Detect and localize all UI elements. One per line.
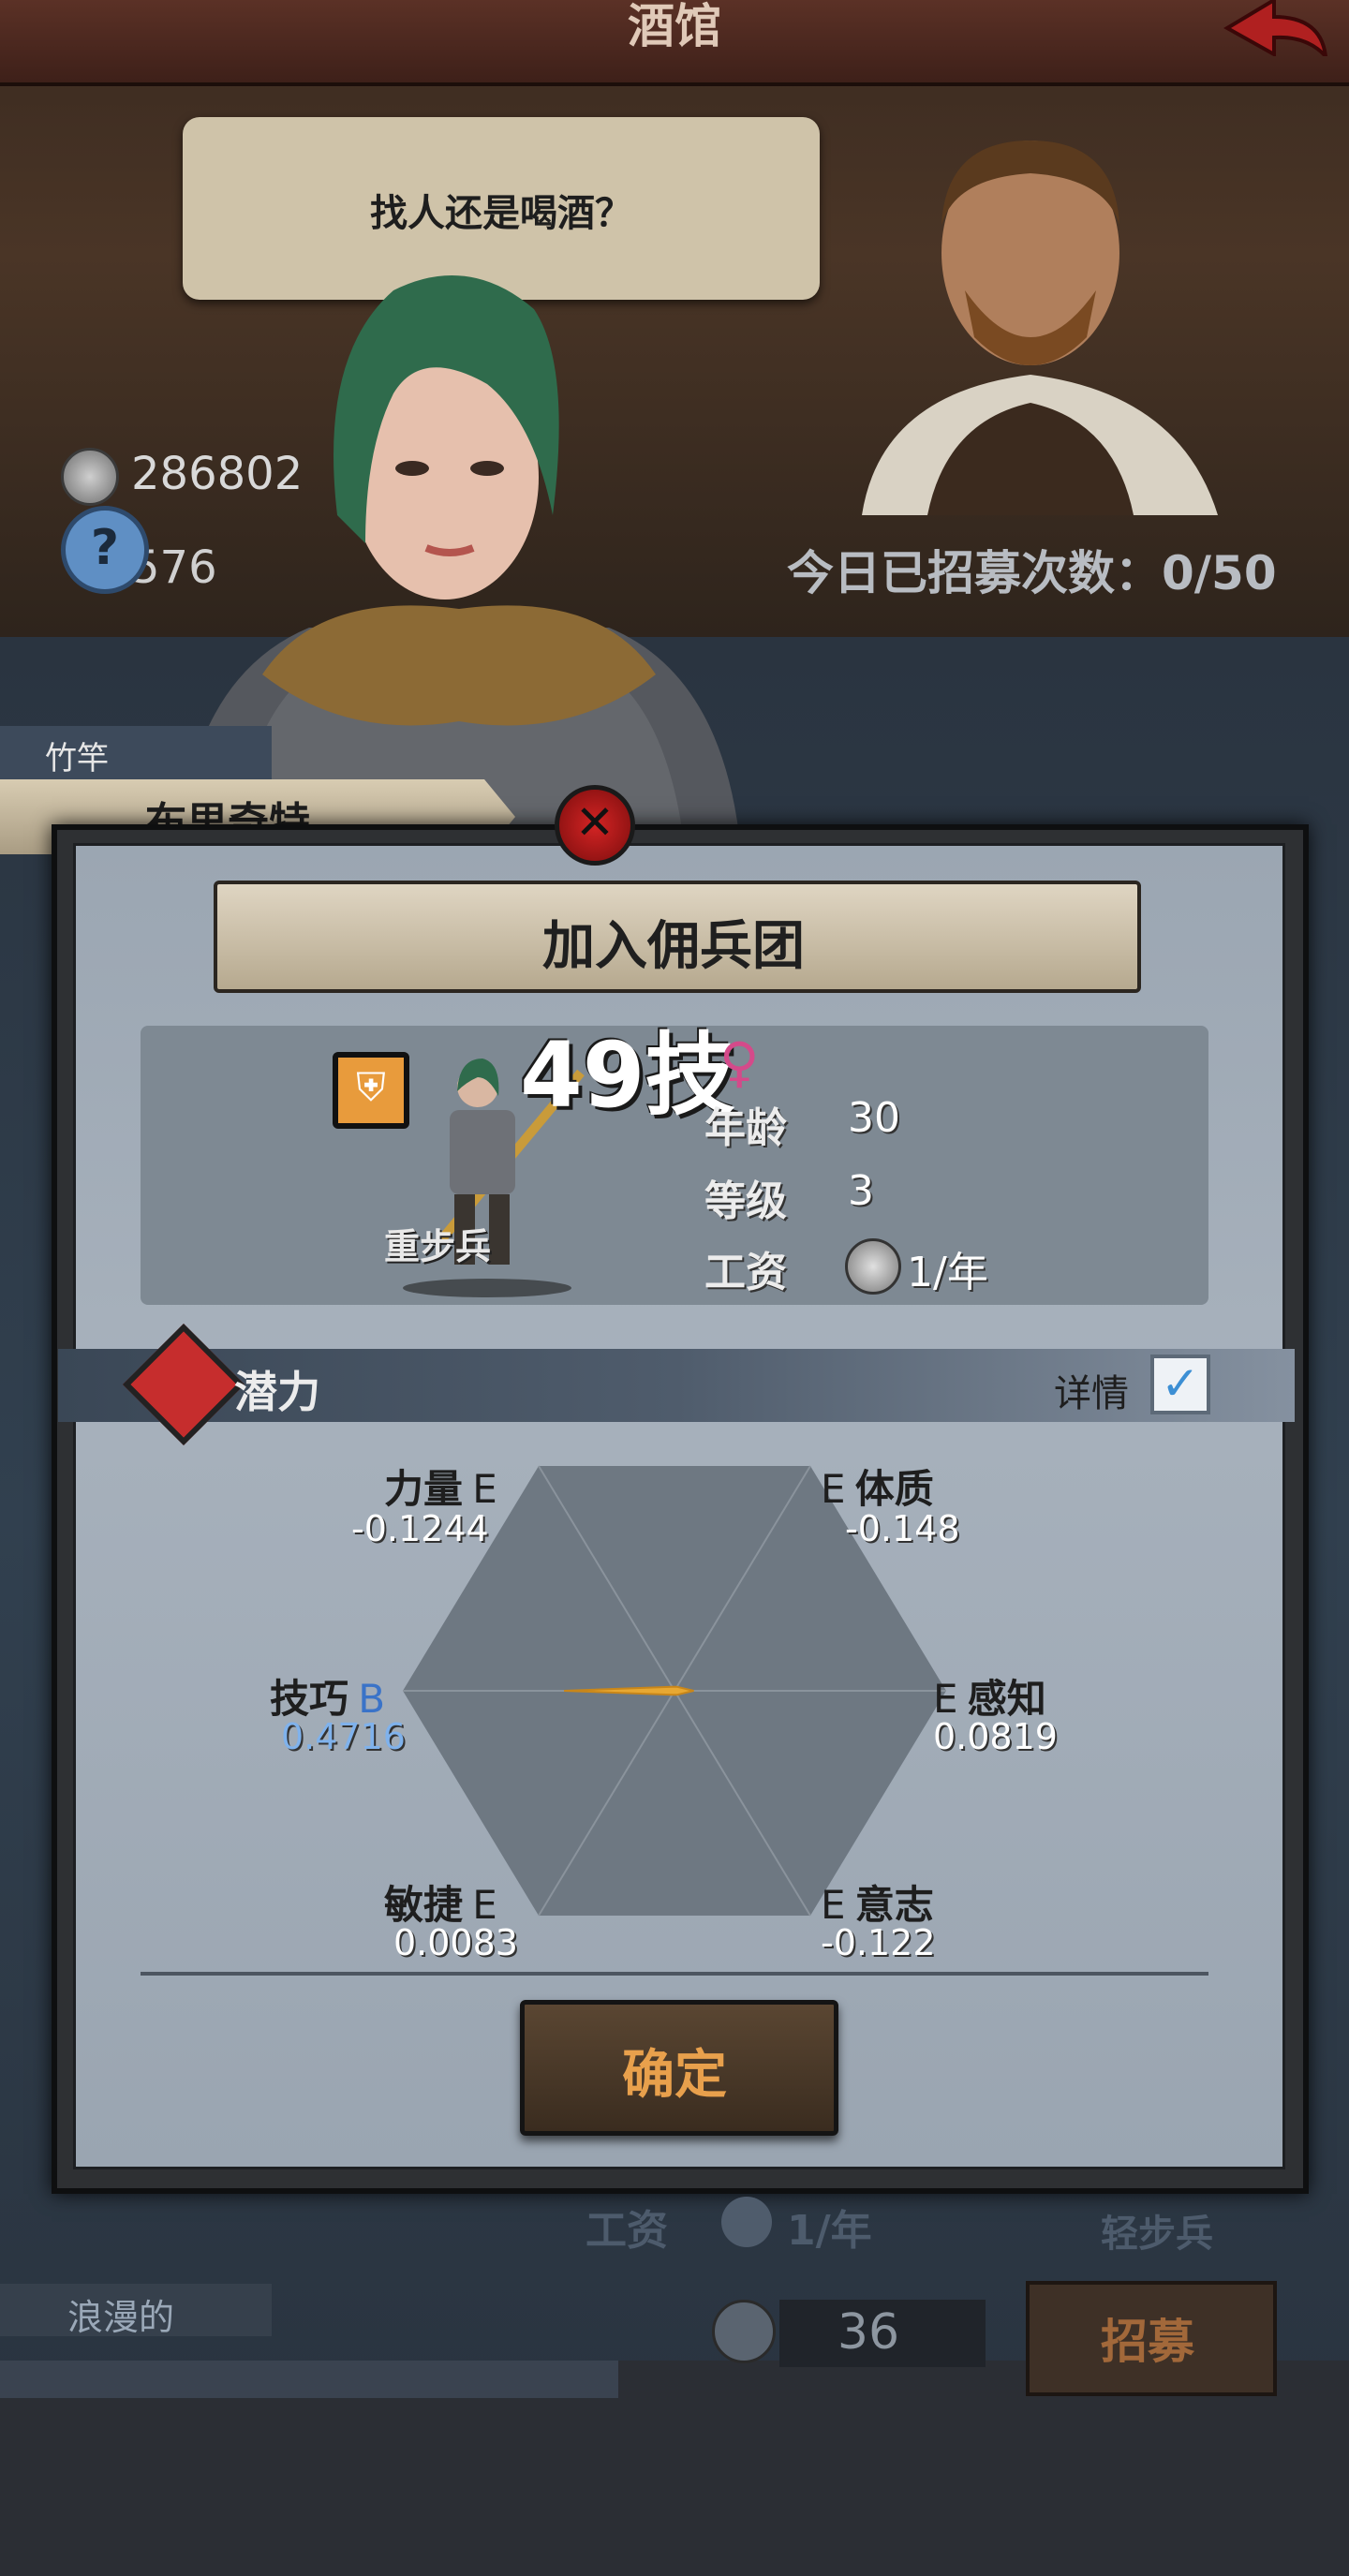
dialog-title: 加入佣兵团 (542, 916, 805, 977)
attr-grade: E (821, 1466, 846, 1512)
attr-grade: E (472, 1466, 497, 1512)
attr-value: 0.4716 (281, 1716, 406, 1757)
attr-value: -0.122 (821, 1922, 936, 1963)
coin-icon (721, 2197, 772, 2247)
attr-value: 0.0819 (933, 1716, 1058, 1757)
list-strip (0, 2361, 618, 2398)
rating-label: 49技 (520, 1023, 735, 1128)
confirm-label[interactable]: 确定 (520, 2033, 829, 2109)
attr-name: 意志 (854, 1882, 934, 1928)
close-button[interactable]: ✕ (555, 785, 635, 866)
female-icon: ♀ (719, 1030, 760, 1094)
attr-grade: E (472, 1882, 497, 1928)
help-icon[interactable]: ? (61, 506, 149, 594)
recruit-cost: 36 (837, 2304, 900, 2361)
nickname-tag (0, 726, 272, 780)
recruit-count: 今日已招募次数：0/50 (787, 546, 1277, 600)
salary-label: 工资 (704, 1249, 787, 1296)
back-arrow-icon[interactable] (1218, 0, 1330, 56)
attr-name: 技巧 (270, 1676, 349, 1722)
recruit-label[interactable]: 招募 (1026, 2304, 1269, 2372)
age-label: 年龄 (704, 1104, 787, 1152)
salary-value: 1/年 (907, 1249, 988, 1296)
class-name: 重步兵 (384, 1226, 492, 1267)
coin-icon (61, 448, 119, 506)
coin-icon (845, 1238, 901, 1295)
coin-icon (712, 2300, 776, 2363)
attr-value: -0.148 (845, 1508, 960, 1549)
attr-constitution: E 体质 (821, 1458, 934, 1515)
page-title: 酒馆 (628, 0, 721, 53)
list-nickname: 浪漫的 (67, 2297, 175, 2338)
attr-grade: E (821, 1882, 846, 1928)
attr-name: 敏捷 (384, 1882, 464, 1928)
attr-name: 感知 (967, 1676, 1046, 1722)
attr-strength: 力量 E (384, 1458, 497, 1515)
list-salary-value: 1/年 (787, 2207, 872, 2255)
bartender-portrait (862, 141, 1218, 515)
list-class-name: 轻步兵 (1101, 2213, 1213, 2256)
potential-label: 潜力 (234, 1367, 320, 1417)
detail-label: 详情 (1054, 1372, 1129, 1415)
level-label: 等级 (704, 1177, 787, 1225)
attr-grade: B (358, 1676, 386, 1722)
detail-checkbox[interactable]: ✓ (1150, 1355, 1210, 1414)
list-salary-label: 工资 (586, 2207, 668, 2255)
attr-name: 体质 (854, 1466, 934, 1512)
speech-text: 找人还是喝酒？ (370, 192, 632, 235)
attr-value: 0.0083 (393, 1922, 518, 1963)
attr-name: 力量 (384, 1466, 464, 1512)
attr-value: -0.1244 (351, 1508, 489, 1549)
age-value: 30 (848, 1094, 900, 1142)
level-value: 3 (848, 1167, 874, 1215)
mercenary-nickname: 竹竿 (45, 740, 109, 777)
attr-grade: E (933, 1676, 958, 1722)
divider (141, 1972, 1208, 1976)
